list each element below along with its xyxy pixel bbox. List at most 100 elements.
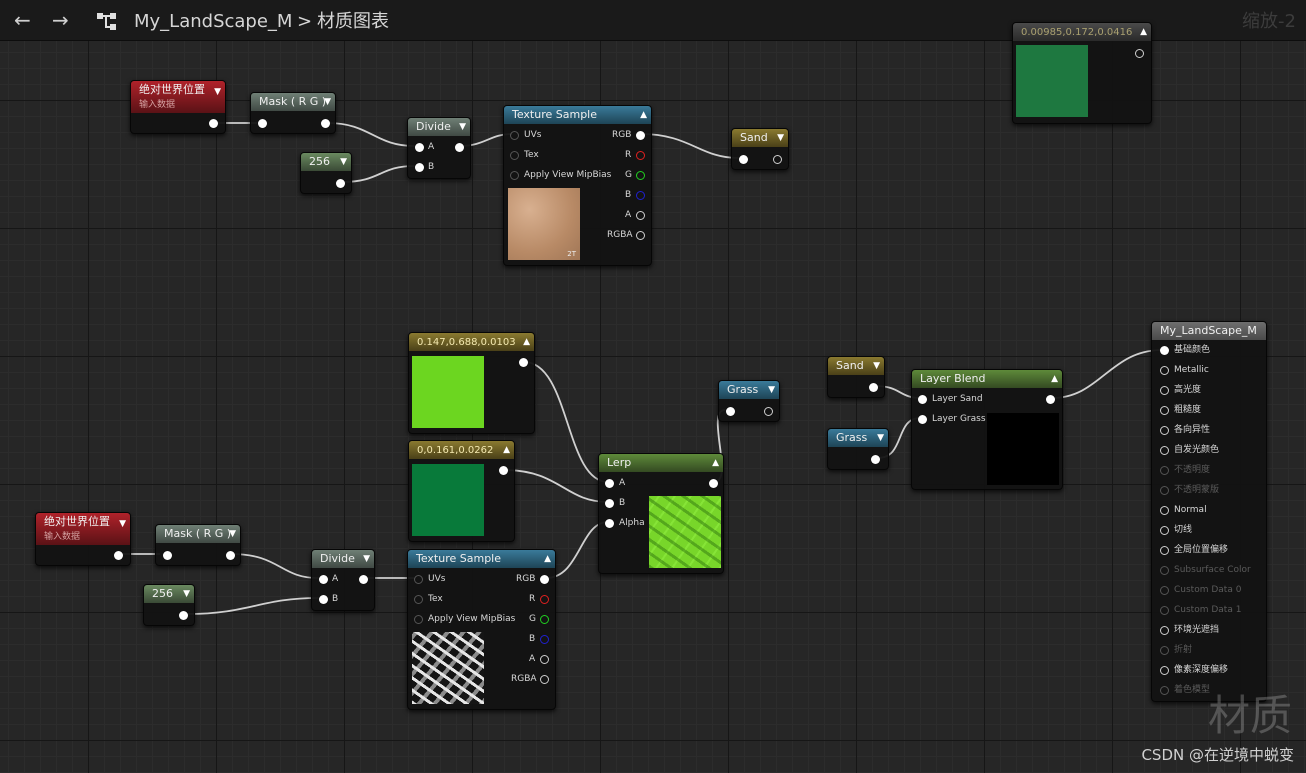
node-named-reroute-sand[interactable]: Sand ▼ (731, 128, 789, 170)
input-pin-b[interactable] (605, 499, 614, 508)
input-pin-uvs[interactable] (414, 575, 423, 584)
chevron-down-icon[interactable]: ▼ (777, 129, 784, 147)
material-input-pin[interactable] (1160, 346, 1169, 355)
collapse-icon[interactable]: ▲ (712, 454, 719, 472)
node-constant-256[interactable]: 256 ▼ (300, 152, 352, 194)
input-pin-b[interactable] (415, 163, 424, 172)
input-pin-layer-grass[interactable] (918, 415, 927, 424)
collapse-icon[interactable]: ▲ (1140, 23, 1147, 41)
input-pin-a[interactable] (319, 575, 328, 584)
output-pin[interactable] (114, 551, 123, 560)
node-constant-256[interactable]: 256 ▼ (143, 584, 195, 626)
forward-arrow-icon[interactable]: → (52, 8, 69, 32)
output-pin[interactable] (321, 119, 330, 128)
material-input-pin[interactable] (1160, 466, 1169, 475)
material-input-pin[interactable] (1160, 526, 1169, 535)
output-pin[interactable] (226, 551, 235, 560)
node-texture-sample-grass[interactable]: Texture Sample ▲ UVs Tex Apply View MipB… (407, 549, 556, 710)
collapse-icon[interactable]: ▲ (640, 106, 647, 124)
back-arrow-icon[interactable]: ← (14, 8, 31, 32)
collapse-icon[interactable]: ▲ (1051, 370, 1058, 388)
node-mask[interactable]: Mask ( R G ) ▼ (155, 524, 241, 566)
output-pin[interactable] (773, 155, 782, 164)
output-pin[interactable] (764, 407, 773, 416)
material-input-pin[interactable] (1160, 506, 1169, 515)
input-pin-mipbias[interactable] (510, 171, 519, 180)
node-material-result[interactable]: My_LandScape_M 基础颜色 Metallic 高光度 粗糙度 各向异性 自发光… (1151, 321, 1267, 702)
node-mask[interactable]: Mask ( R G ) ▼ (250, 92, 336, 134)
material-input-pin[interactable] (1160, 646, 1169, 655)
node-constant-color-green[interactable]: 0,0.161,0.0262 ▲ (408, 440, 515, 542)
collapse-icon[interactable]: ▲ (503, 441, 510, 459)
material-input-pin[interactable] (1160, 406, 1169, 415)
chevron-down-icon[interactable]: ▼ (119, 517, 126, 531)
input-pin-a[interactable] (415, 143, 424, 152)
collapse-icon[interactable]: ▲ (544, 550, 551, 568)
node-constant-color-lime[interactable]: 0.147,0.688,0.0103 ▲ (408, 332, 535, 434)
node-named-reroute-grass[interactable]: Grass ▼ (718, 380, 780, 422)
input-pin-tex[interactable] (510, 151, 519, 160)
output-pin-rgba[interactable] (540, 675, 549, 684)
material-input-pin[interactable] (1160, 366, 1169, 375)
breadcrumb-asset[interactable]: My_LandScape_M (134, 10, 292, 34)
output-pin[interactable] (519, 358, 528, 367)
material-input-pin[interactable] (1160, 486, 1169, 495)
material-input-pin[interactable] (1160, 606, 1169, 615)
output-pin[interactable] (869, 383, 878, 392)
input-pin[interactable] (739, 155, 748, 164)
output-pin[interactable] (209, 119, 218, 128)
collapse-icon[interactable]: ▲ (523, 333, 530, 351)
input-pin-layer-sand[interactable] (918, 395, 927, 404)
input-pin[interactable] (163, 551, 172, 560)
node-layer-blend[interactable]: Layer Blend ▲ Layer Sand Layer Grass (911, 369, 1063, 490)
material-input-pin[interactable] (1160, 666, 1169, 675)
output-pin[interactable] (359, 575, 368, 584)
input-pin-mipbias[interactable] (414, 615, 423, 624)
output-pin-g[interactable] (636, 171, 645, 180)
chevron-down-icon[interactable]: ▼ (363, 550, 370, 568)
chevron-down-icon[interactable]: ▼ (459, 118, 466, 136)
node-named-reroute-sand-input[interactable]: Sand ▼ (827, 356, 885, 398)
output-pin-rgba[interactable] (636, 231, 645, 240)
chevron-down-icon[interactable]: ▼ (229, 525, 236, 543)
output-pin-r[interactable] (636, 151, 645, 160)
output-pin-a[interactable] (636, 211, 645, 220)
node-absolute-world-position[interactable]: 绝对世界位置 输入数据 ▼ (130, 80, 226, 134)
output-pin[interactable] (871, 455, 880, 464)
input-pin-alpha[interactable] (605, 519, 614, 528)
material-input-pin[interactable] (1160, 426, 1169, 435)
node-constant-color-preview[interactable]: 0.00985,0.172,0.0416 ▲ (1012, 22, 1152, 124)
output-pin-rgb[interactable] (540, 575, 549, 584)
node-named-reroute-grass-input[interactable]: Grass ▼ (827, 428, 889, 470)
material-input-pin[interactable] (1160, 546, 1169, 555)
chevron-down-icon[interactable]: ▼ (340, 153, 347, 171)
node-divide[interactable]: Divide ▼ A B (407, 117, 471, 179)
chevron-down-icon[interactable]: ▼ (768, 381, 775, 399)
output-pin[interactable] (499, 466, 508, 475)
material-input-pin[interactable] (1160, 566, 1169, 575)
chevron-down-icon[interactable]: ▼ (324, 93, 331, 111)
node-texture-sample-sand[interactable]: Texture Sample ▲ UVs Tex Apply View MipB… (503, 105, 652, 266)
output-pin-rgb[interactable] (636, 131, 645, 140)
material-input-pin[interactable] (1160, 626, 1169, 635)
node-lerp[interactable]: Lerp ▲ A B Alpha (598, 453, 724, 574)
chevron-down-icon[interactable]: ▼ (183, 585, 190, 603)
material-input-pin[interactable] (1160, 386, 1169, 395)
input-pin-tex[interactable] (414, 595, 423, 604)
output-pin-b[interactable] (636, 191, 645, 200)
input-pin[interactable] (726, 407, 735, 416)
chevron-down-icon[interactable]: ▼ (877, 429, 884, 447)
output-pin[interactable] (336, 179, 345, 188)
output-pin[interactable] (455, 143, 464, 152)
output-pin-b[interactable] (540, 635, 549, 644)
input-pin-b[interactable] (319, 595, 328, 604)
material-input-pin[interactable] (1160, 446, 1169, 455)
material-input-pin[interactable] (1160, 686, 1169, 695)
output-pin[interactable] (709, 479, 718, 488)
node-divide[interactable]: Divide ▼ A B (311, 549, 375, 611)
output-pin-a[interactable] (540, 655, 549, 664)
output-pin[interactable] (179, 611, 188, 620)
material-input-pin[interactable] (1160, 586, 1169, 595)
input-pin-uvs[interactable] (510, 131, 519, 140)
output-pin-g[interactable] (540, 615, 549, 624)
